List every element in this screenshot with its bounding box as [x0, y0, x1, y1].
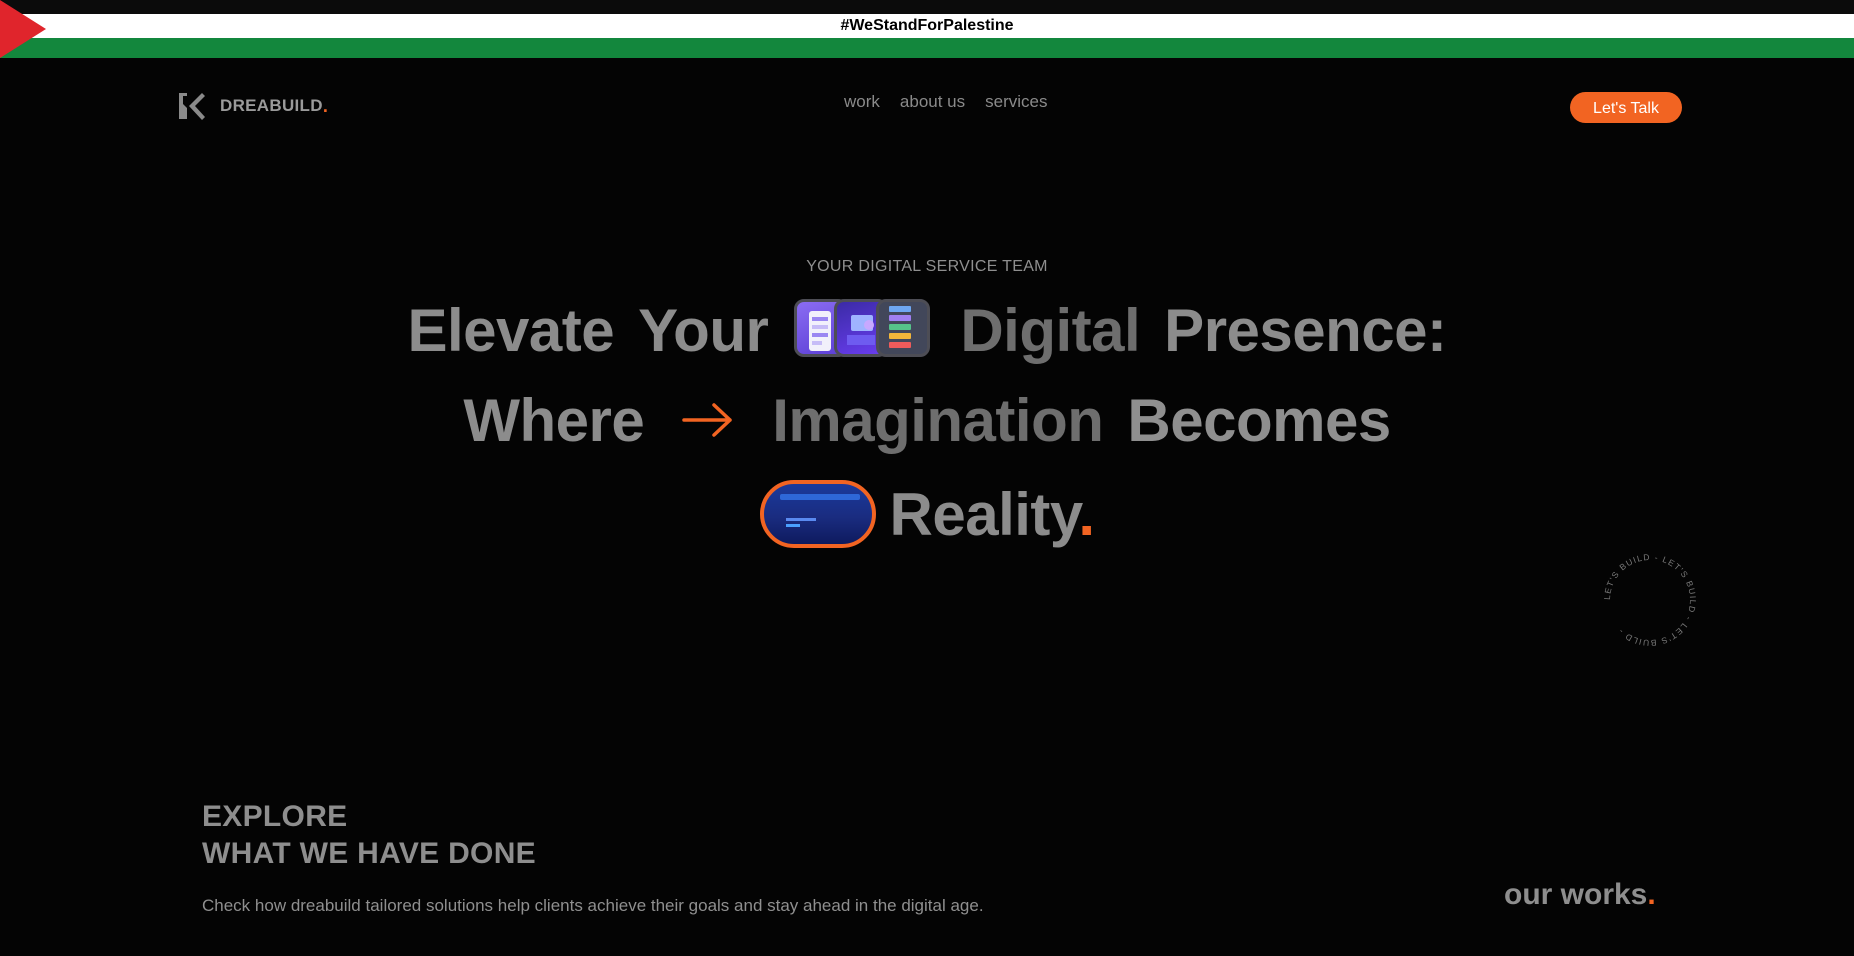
- hero-line-3: Reality.: [0, 474, 1854, 554]
- logo-link[interactable]: DREABUILD .: [176, 90, 328, 122]
- nav-about-us[interactable]: about us: [900, 92, 965, 112]
- hero-word: Presence:: [1164, 296, 1447, 364]
- svg-text:LET'S BUILD - LET'S BUILD - LE: LET'S BUILD - LET'S BUILD - LET'S BUILD …: [1602, 552, 1698, 648]
- explore-heading: EXPLORE WHAT WE HAVE DONE: [202, 798, 536, 872]
- logo-dot: .: [322, 95, 328, 116]
- nav-services[interactable]: services: [985, 92, 1047, 112]
- hero-word: Where: [463, 386, 645, 454]
- dreabuild-k-logo-icon: [179, 93, 205, 120]
- color-list-thumbnail: [876, 299, 931, 357]
- our-works-link[interactable]: our works.: [1504, 878, 1656, 912]
- explore-description: Check how dreabuild tailored solutions h…: [202, 896, 984, 915]
- hero-word: Elevate: [407, 296, 615, 364]
- hero-word: Digital: [960, 296, 1141, 364]
- banner-hashtag: #WeStandForPalestine: [840, 17, 1014, 34]
- hero-word: Imagination: [772, 386, 1104, 454]
- flag-green-band: [0, 38, 1854, 58]
- nav-work[interactable]: work: [844, 92, 880, 112]
- main-nav: work about us services: [844, 92, 1048, 112]
- reality-dot: .: [1078, 480, 1095, 548]
- lets-talk-button[interactable]: Let's Talk: [1570, 92, 1682, 123]
- lets-build-rotating-badge: LET'S BUILD - LET'S BUILD - LET'S BUILD …: [1602, 552, 1698, 648]
- flag-black-band: [0, 0, 1854, 14]
- badge-text: LET'S BUILD - LET'S BUILD - LET'S BUILD …: [1602, 552, 1697, 648]
- arrow-right-icon: [682, 403, 732, 437]
- hero-word-reality: Reality.: [889, 480, 1095, 548]
- explore-title-line-2: WHAT WE HAVE DONE: [202, 837, 536, 870]
- explore-title-line-1: EXPLORE: [202, 800, 348, 833]
- our-works-dot: .: [1647, 878, 1656, 911]
- hero-eyebrow: YOUR DIGITAL SERVICE TEAM: [806, 258, 1048, 275]
- hero-word: Your: [638, 296, 769, 364]
- app-screens-thumbnails: [794, 299, 934, 361]
- palestine-flag-banner: #WeStandForPalestine: [0, 0, 1854, 58]
- hero-line-1: Elevate Your Digital Presence:: [0, 294, 1854, 366]
- logo-wordmark: DREABUILD: [220, 96, 323, 115]
- website-preview-pill: [759, 480, 876, 548]
- hero-line-2: Where Imagination Becomes: [0, 384, 1854, 456]
- hero-word: Becomes: [1127, 386, 1391, 454]
